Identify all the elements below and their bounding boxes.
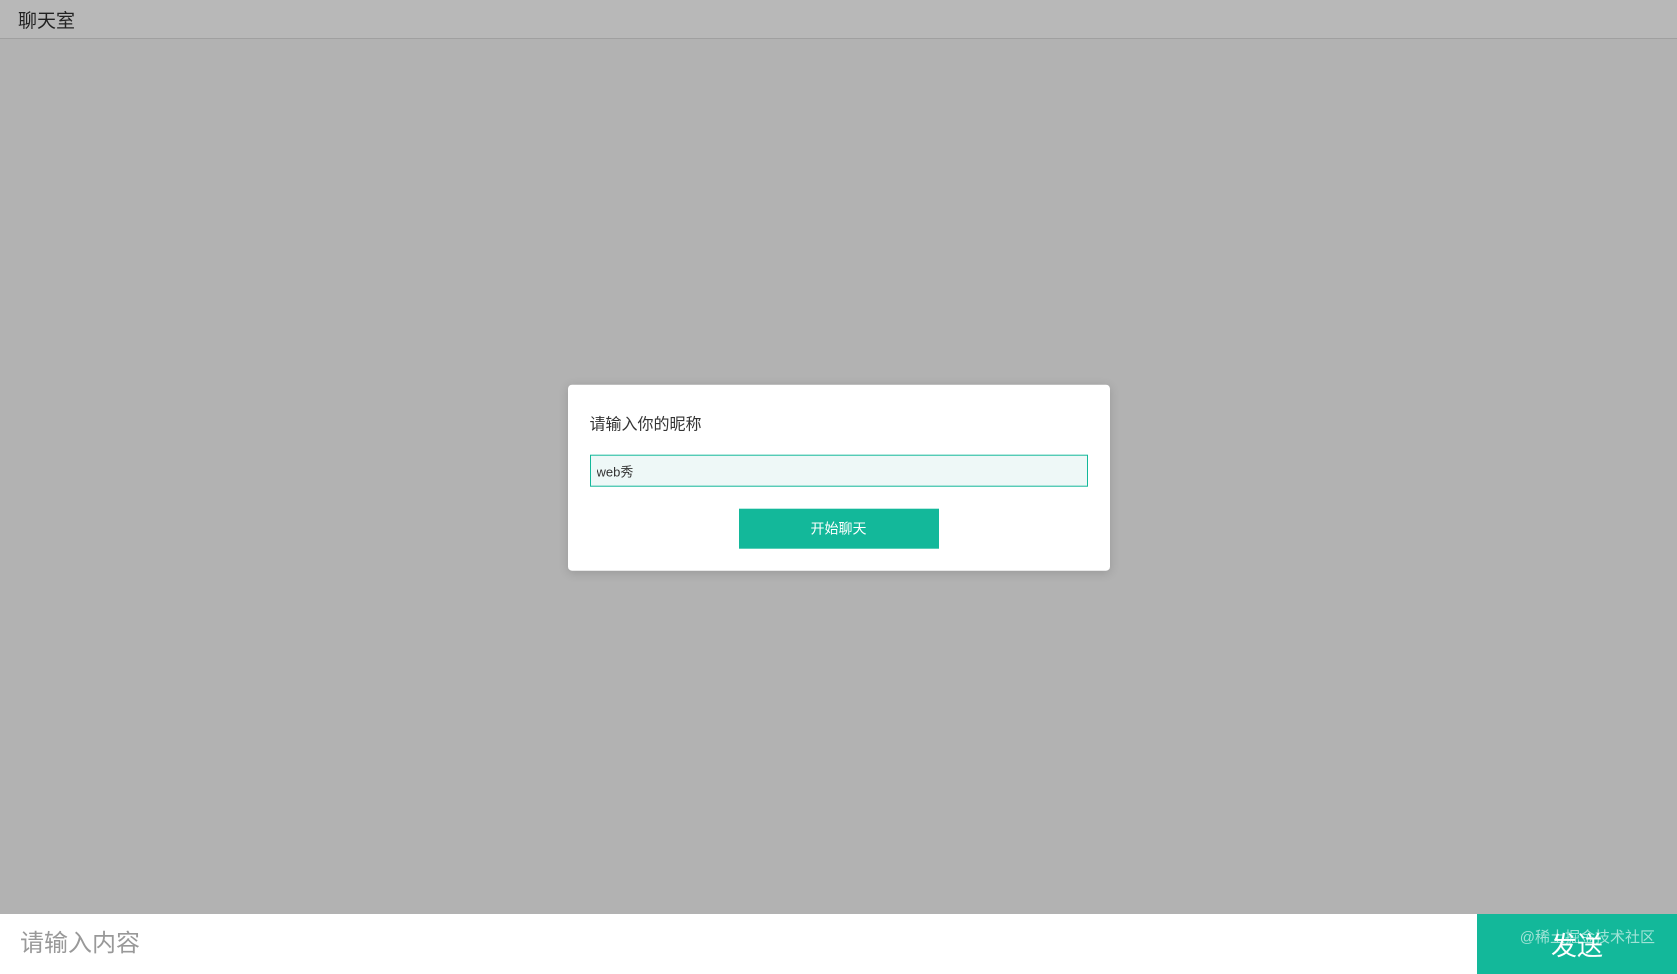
- nickname-input[interactable]: [590, 455, 1088, 487]
- message-compose-bar: 发送: [0, 914, 1677, 974]
- message-input[interactable]: [0, 914, 1477, 974]
- start-chat-button[interactable]: 开始聊天: [739, 509, 939, 549]
- app-header: 聊天室: [0, 0, 1677, 39]
- app-title: 聊天室: [18, 6, 75, 33]
- modal-title: 请输入你的昵称: [590, 411, 1088, 435]
- nickname-modal: 请输入你的昵称 开始聊天: [568, 385, 1110, 571]
- send-button[interactable]: 发送: [1477, 914, 1677, 974]
